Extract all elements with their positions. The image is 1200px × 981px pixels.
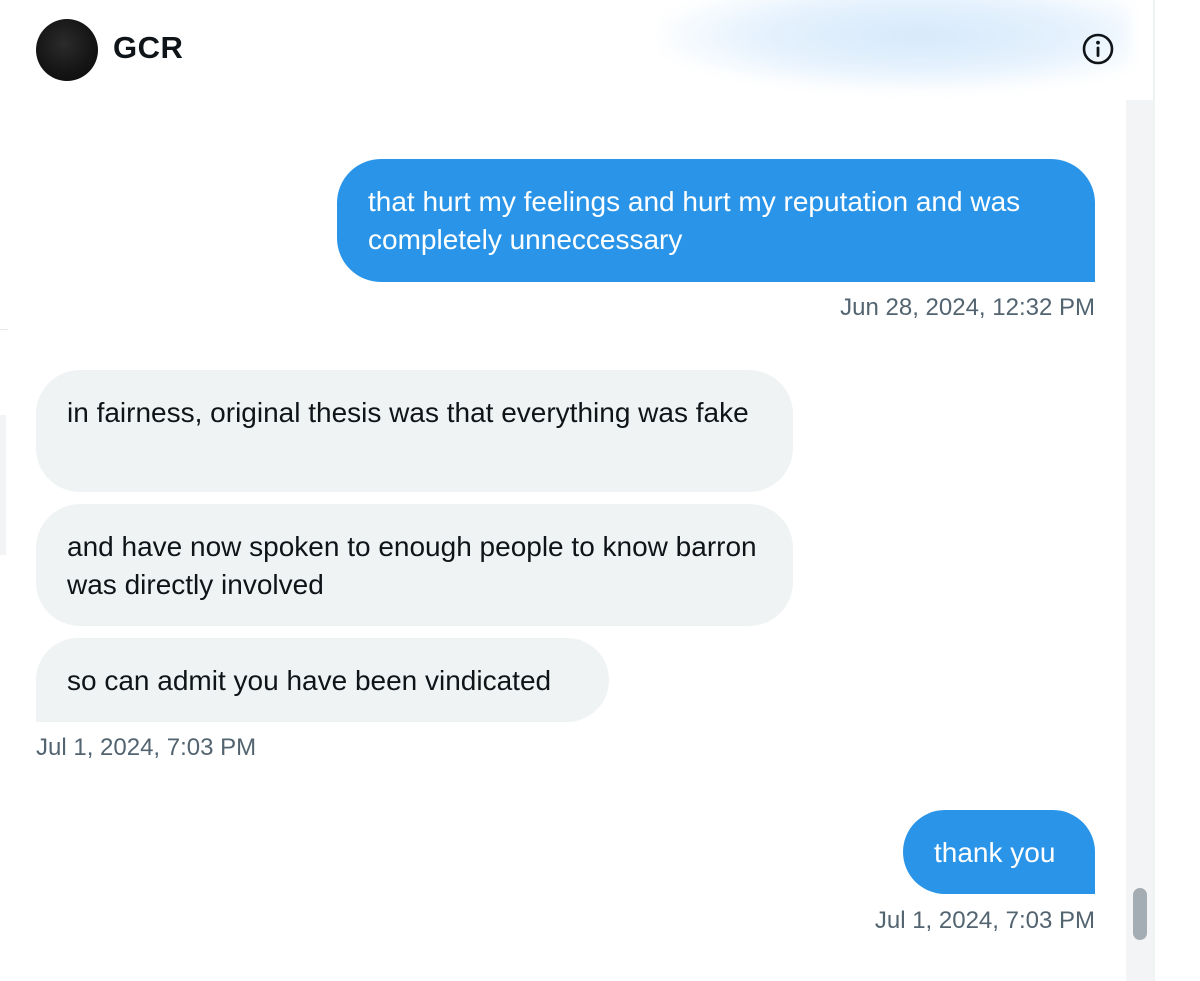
background-panel-edge: [0, 300, 8, 330]
message-timestamp: Jun 28, 2024, 12:32 PM: [840, 294, 1095, 321]
message-timestamp: Jul 1, 2024, 7:03 PM: [36, 734, 257, 761]
message-bubble-incoming[interactable]: so can admit you have been vindicated: [36, 638, 609, 722]
message-bubble-outgoing[interactable]: thank you: [903, 810, 1095, 894]
message-timestamp: Jul 1, 2024, 7:03 PM: [874, 907, 1095, 934]
message-bubble-incoming[interactable]: and have now spoken to enough people to …: [36, 504, 793, 626]
panel-divider: [1153, 0, 1155, 981]
dm-conversation-panel: Jun 28, 2024, 12:30 PM GCR that hurt my …: [0, 0, 1200, 981]
avatar[interactable]: [36, 19, 98, 81]
background-panel-edge: [0, 415, 6, 555]
conversation-header: GCR: [0, 0, 1153, 100]
info-circle-icon[interactable]: [1081, 32, 1115, 66]
message-bubble-incoming[interactable]: in fairness, original thesis was that ev…: [36, 370, 793, 492]
message-bubble-outgoing[interactable]: that hurt my feelings and hurt my reputa…: [337, 159, 1095, 282]
scrollbar-thumb[interactable]: [1133, 888, 1147, 940]
scrollbar-track[interactable]: [1126, 100, 1154, 981]
header-blur-overlay: [660, 0, 1130, 90]
conversation-title[interactable]: GCR: [113, 30, 183, 66]
